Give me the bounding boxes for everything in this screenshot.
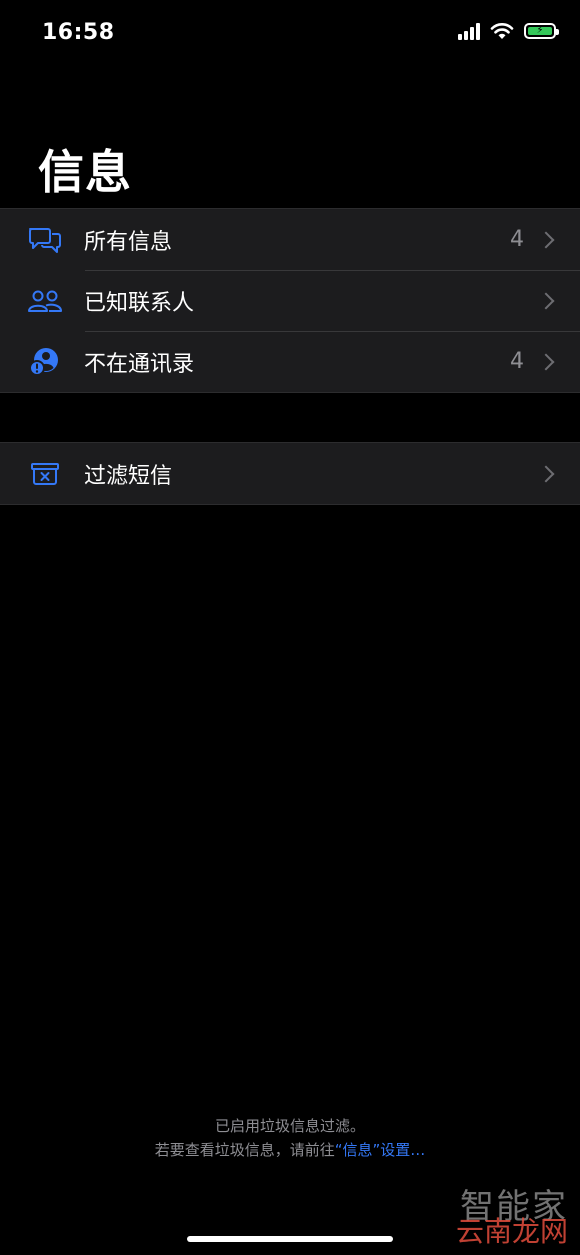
chevron-right-icon	[537, 231, 555, 248]
wifi-icon	[490, 23, 514, 39]
chevron-right-icon	[537, 465, 555, 482]
home-indicator[interactable]	[187, 1236, 393, 1242]
messages-settings-link[interactable]: “信息”设置…	[335, 1141, 426, 1159]
page-title: 信息	[38, 145, 132, 199]
watermark-bottom-text: 云南龙网	[455, 1215, 568, 1248]
list-item-label: 不在通讯录	[84, 351, 195, 377]
junk-filter-list: 过滤短信	[0, 442, 580, 505]
status-time: 16:58	[42, 20, 115, 45]
junk-filter-footer: 已启用垃圾信息过滤。 若要查看垃圾信息，请前往“信息”设置…	[0, 1114, 580, 1162]
contacts-people-icon	[26, 286, 64, 316]
footer-line-2: 若要查看垃圾信息，请前往“信息”设置…	[0, 1138, 580, 1162]
list-item-label: 过滤短信	[84, 463, 173, 489]
unread-count: 4	[510, 349, 524, 374]
cellular-signal-icon	[458, 22, 480, 40]
message-filter-list: 所有信息 4 已知联系人 不在通讯录 4	[0, 208, 580, 393]
chevron-right-icon	[537, 353, 555, 370]
footer-line-1: 已启用垃圾信息过滤。	[214, 1117, 365, 1135]
unread-count: 4	[510, 227, 524, 252]
status-bar: 16:58 ⚡	[0, 0, 580, 60]
list-item-label: 所有信息	[84, 229, 173, 255]
watermark: 智能家 云南龙网	[456, 1190, 568, 1246]
list-item-filtered-messages[interactable]: 过滤短信	[0, 443, 580, 504]
chevron-right-icon	[537, 292, 555, 309]
list-item-unknown-senders[interactable]: 不在通讯录 4	[0, 331, 580, 392]
status-icons: ⚡	[458, 22, 559, 40]
messages-bubbles-icon	[26, 225, 64, 255]
footer-line-2-text: 若要查看垃圾信息，请前往	[154, 1141, 335, 1159]
battery-charging-icon: ⚡	[524, 23, 559, 39]
filtered-box-icon	[26, 459, 64, 489]
unknown-sender-icon	[26, 347, 64, 377]
list-item-known-senders[interactable]: 已知联系人	[0, 270, 580, 331]
list-item-label: 已知联系人	[84, 290, 195, 316]
list-item-all-messages[interactable]: 所有信息 4	[0, 209, 580, 270]
